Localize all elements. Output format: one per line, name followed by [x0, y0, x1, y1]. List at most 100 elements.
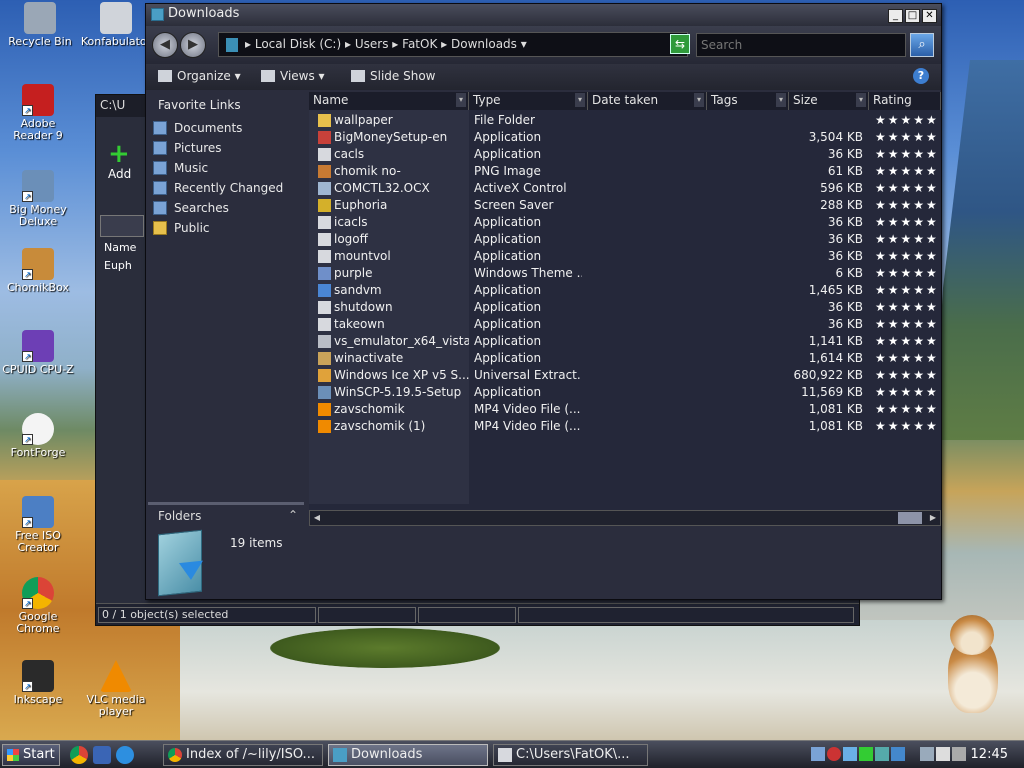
column-header-tags[interactable]: Tags ▾ — [707, 92, 789, 110]
file-rating[interactable]: ★★★★★ — [875, 163, 941, 180]
nav-item-documents[interactable]: Documents — [148, 118, 306, 138]
file-rating[interactable]: ★★★★★ — [875, 248, 941, 265]
file-rating[interactable]: ★★★★★ — [875, 401, 941, 418]
column-header-type[interactable]: Type ▾ — [469, 92, 588, 110]
address-bar[interactable]: ▸ Local Disk (C:) ▸ Users ▸ FatOK ▸ Down… — [218, 32, 688, 57]
nav-item-recently-changed[interactable]: Recently Changed — [148, 178, 306, 198]
file-rating[interactable]: ★★★★★ — [875, 367, 941, 384]
close-button[interactable]: ✕ — [922, 9, 937, 23]
file-rating[interactable]: ★★★★★ — [875, 180, 941, 197]
refresh-button[interactable]: ⇆ — [670, 34, 690, 54]
file-row[interactable]: zavschomik (1) MP4 Video File (... 1,081 K… — [309, 418, 941, 435]
window-titlebar[interactable]: Downloads _ □ ✕ — [146, 4, 941, 26]
desktop-icon-cpuz[interactable]: ↗ CPUID CPU-Z — [0, 330, 76, 376]
file-row[interactable]: shutdown Application 36 KB ★★★★★ — [309, 299, 941, 316]
nav-item-music[interactable]: Music — [148, 158, 306, 178]
file-row[interactable]: chomik no- PNG Image 61 KB ★★★★★ — [309, 163, 941, 180]
file-row[interactable]: Euphoria Screen Saver 288 KB ★★★★★ — [309, 197, 941, 214]
file-row[interactable]: purple Windows Theme ... 6 KB ★★★★★ — [309, 265, 941, 282]
file-row[interactable]: Windows Ice XP v5 S... Universal Extract.… — [309, 367, 941, 384]
search-input[interactable] — [696, 33, 906, 57]
folders-toggle[interactable]: Folders ⌃ — [148, 502, 304, 526]
help-icon[interactable]: ? — [913, 68, 929, 84]
desktop-icon-chrome[interactable]: ↗ Google Chrome — [0, 577, 76, 635]
check-icon[interactable] — [859, 747, 873, 761]
column-header-name[interactable]: Name ▾ — [309, 92, 469, 110]
internet-explorer-icon[interactable] — [116, 746, 134, 764]
file-row[interactable]: BigMoneySetup-en Application 3,504 KB ★★★★★ — [309, 129, 941, 146]
volume-icon[interactable] — [936, 747, 950, 761]
file-row[interactable]: WinSCP-5.19.5-Setup Application 11,569 KB ★… — [309, 384, 941, 401]
file-rating[interactable]: ★★★★★ — [875, 112, 941, 129]
file-rating[interactable]: ★★★★★ — [875, 350, 941, 367]
scroll-right-button[interactable]: ▶ — [927, 512, 939, 524]
desktop-icon-big-money[interactable]: ↗ Big Money Deluxe — [0, 170, 76, 228]
power-icon[interactable] — [952, 747, 966, 761]
file-rating[interactable]: ★★★★★ — [875, 129, 941, 146]
column-header-size[interactable]: Size ▾ — [789, 92, 869, 110]
file-row[interactable]: wallpaper File Folder ★★★★★ — [309, 112, 941, 129]
horizontal-scrollbar[interactable]: ◀ ▶ — [309, 510, 941, 526]
file-rating[interactable]: ★★★★★ — [875, 418, 941, 435]
tray-app-icon[interactable] — [843, 747, 857, 761]
nav-item-searches[interactable]: Searches — [148, 198, 306, 218]
add-icon[interactable]: + — [108, 141, 138, 167]
file-row[interactable]: COMCTL32.OCX ActiveX Control 596 KB ★★★★★ — [309, 180, 941, 197]
scroll-thumb[interactable] — [898, 512, 922, 524]
slideshow-button[interactable]: Slide Show — [351, 69, 435, 83]
desktop-icon-konfabulator[interactable]: Konfabulator — [78, 2, 154, 48]
back-window-list-item[interactable]: Euph — [104, 259, 132, 272]
column-header-date[interactable]: Date taken ▾ — [588, 92, 707, 110]
network-icon[interactable] — [811, 747, 825, 761]
file-rating[interactable]: ★★★★★ — [875, 146, 941, 163]
forward-button[interactable]: ▶ — [180, 32, 206, 58]
file-row[interactable]: logoff Application 36 KB ★★★★★ — [309, 231, 941, 248]
file-rating[interactable]: ★★★★★ — [875, 197, 941, 214]
file-rating[interactable]: ★★★★★ — [875, 333, 941, 350]
views-button[interactable]: Views ▾ — [261, 69, 325, 83]
breadcrumb-downloads[interactable]: Downloads — [451, 37, 517, 51]
file-row[interactable]: zavschomik MP4 Video File (... 1,081 KB ★★★… — [309, 401, 941, 418]
tray-app-icon[interactable] — [875, 747, 889, 761]
nav-item-public[interactable]: Public — [148, 218, 306, 238]
file-rating[interactable]: ★★★★★ — [875, 231, 941, 248]
file-row[interactable]: vs_emulator_x64_vista Application 1,141 KB… — [309, 333, 941, 350]
minimize-button[interactable]: _ — [888, 9, 903, 23]
column-header-rating[interactable]: Rating — [869, 92, 941, 110]
breadcrumb-users[interactable]: Users — [355, 37, 389, 51]
clock[interactable]: 12:45 — [971, 747, 1008, 762]
tray-app-icon[interactable] — [891, 747, 905, 761]
downloads-window[interactable]: Downloads _ □ ✕ ◀ ▶ ▸ Local Disk (C:) ▸ Us… — [145, 3, 942, 600]
chrome-icon[interactable] — [70, 746, 88, 764]
desktop-icon-inkscape[interactable]: ↗ Inkscape — [0, 660, 76, 706]
breadcrumb-local-disk[interactable]: Local Disk (C:) — [255, 37, 341, 51]
file-rating[interactable]: ★★★★★ — [875, 299, 941, 316]
desktop-icon-adobe-reader[interactable]: ↗ Adobe Reader 9 — [0, 84, 76, 142]
desktop-icon-free-iso[interactable]: ↗ Free ISO Creator — [0, 496, 76, 554]
back-button[interactable]: ◀ — [152, 32, 178, 58]
file-row[interactable]: winactivate Application 1,614 KB ★★★★★ — [309, 350, 941, 367]
back-window-folder-button[interactable] — [100, 215, 144, 237]
desktop-icon-recycle-bin[interactable]: Recycle Bin — [2, 2, 78, 48]
display-icon[interactable] — [920, 747, 934, 761]
file-row[interactable]: cacls Application 36 KB ★★★★★ — [309, 146, 941, 163]
nav-item-pictures[interactable]: Pictures — [148, 138, 306, 158]
desktop-icon-fontforge[interactable]: ↗ FontForge — [0, 413, 76, 459]
file-rating[interactable]: ★★★★★ — [875, 214, 941, 231]
file-rating[interactable]: ★★★★★ — [875, 316, 941, 333]
file-rating[interactable]: ★★★★★ — [875, 265, 941, 282]
maximize-button[interactable]: □ — [905, 9, 920, 23]
security-icon[interactable] — [827, 747, 841, 761]
start-button[interactable]: Start — [2, 744, 60, 766]
show-desktop-icon[interactable] — [93, 746, 111, 764]
breadcrumb-fatok[interactable]: FatOK — [402, 37, 437, 51]
taskbar-item-downloads[interactable]: Downloads — [328, 744, 488, 766]
file-row[interactable]: icacls Application 36 KB ★★★★★ — [309, 214, 941, 231]
desktop-icon-vlc[interactable]: VLC media player — [78, 660, 154, 718]
search-icon[interactable]: ⌕ — [910, 33, 934, 57]
scroll-left-button[interactable]: ◀ — [311, 512, 323, 524]
file-rating[interactable]: ★★★★★ — [875, 384, 941, 401]
file-row[interactable]: sandvm Application 1,465 KB ★★★★★ — [309, 282, 941, 299]
add-button[interactable]: Add — [108, 167, 131, 181]
file-rating[interactable]: ★★★★★ — [875, 282, 941, 299]
